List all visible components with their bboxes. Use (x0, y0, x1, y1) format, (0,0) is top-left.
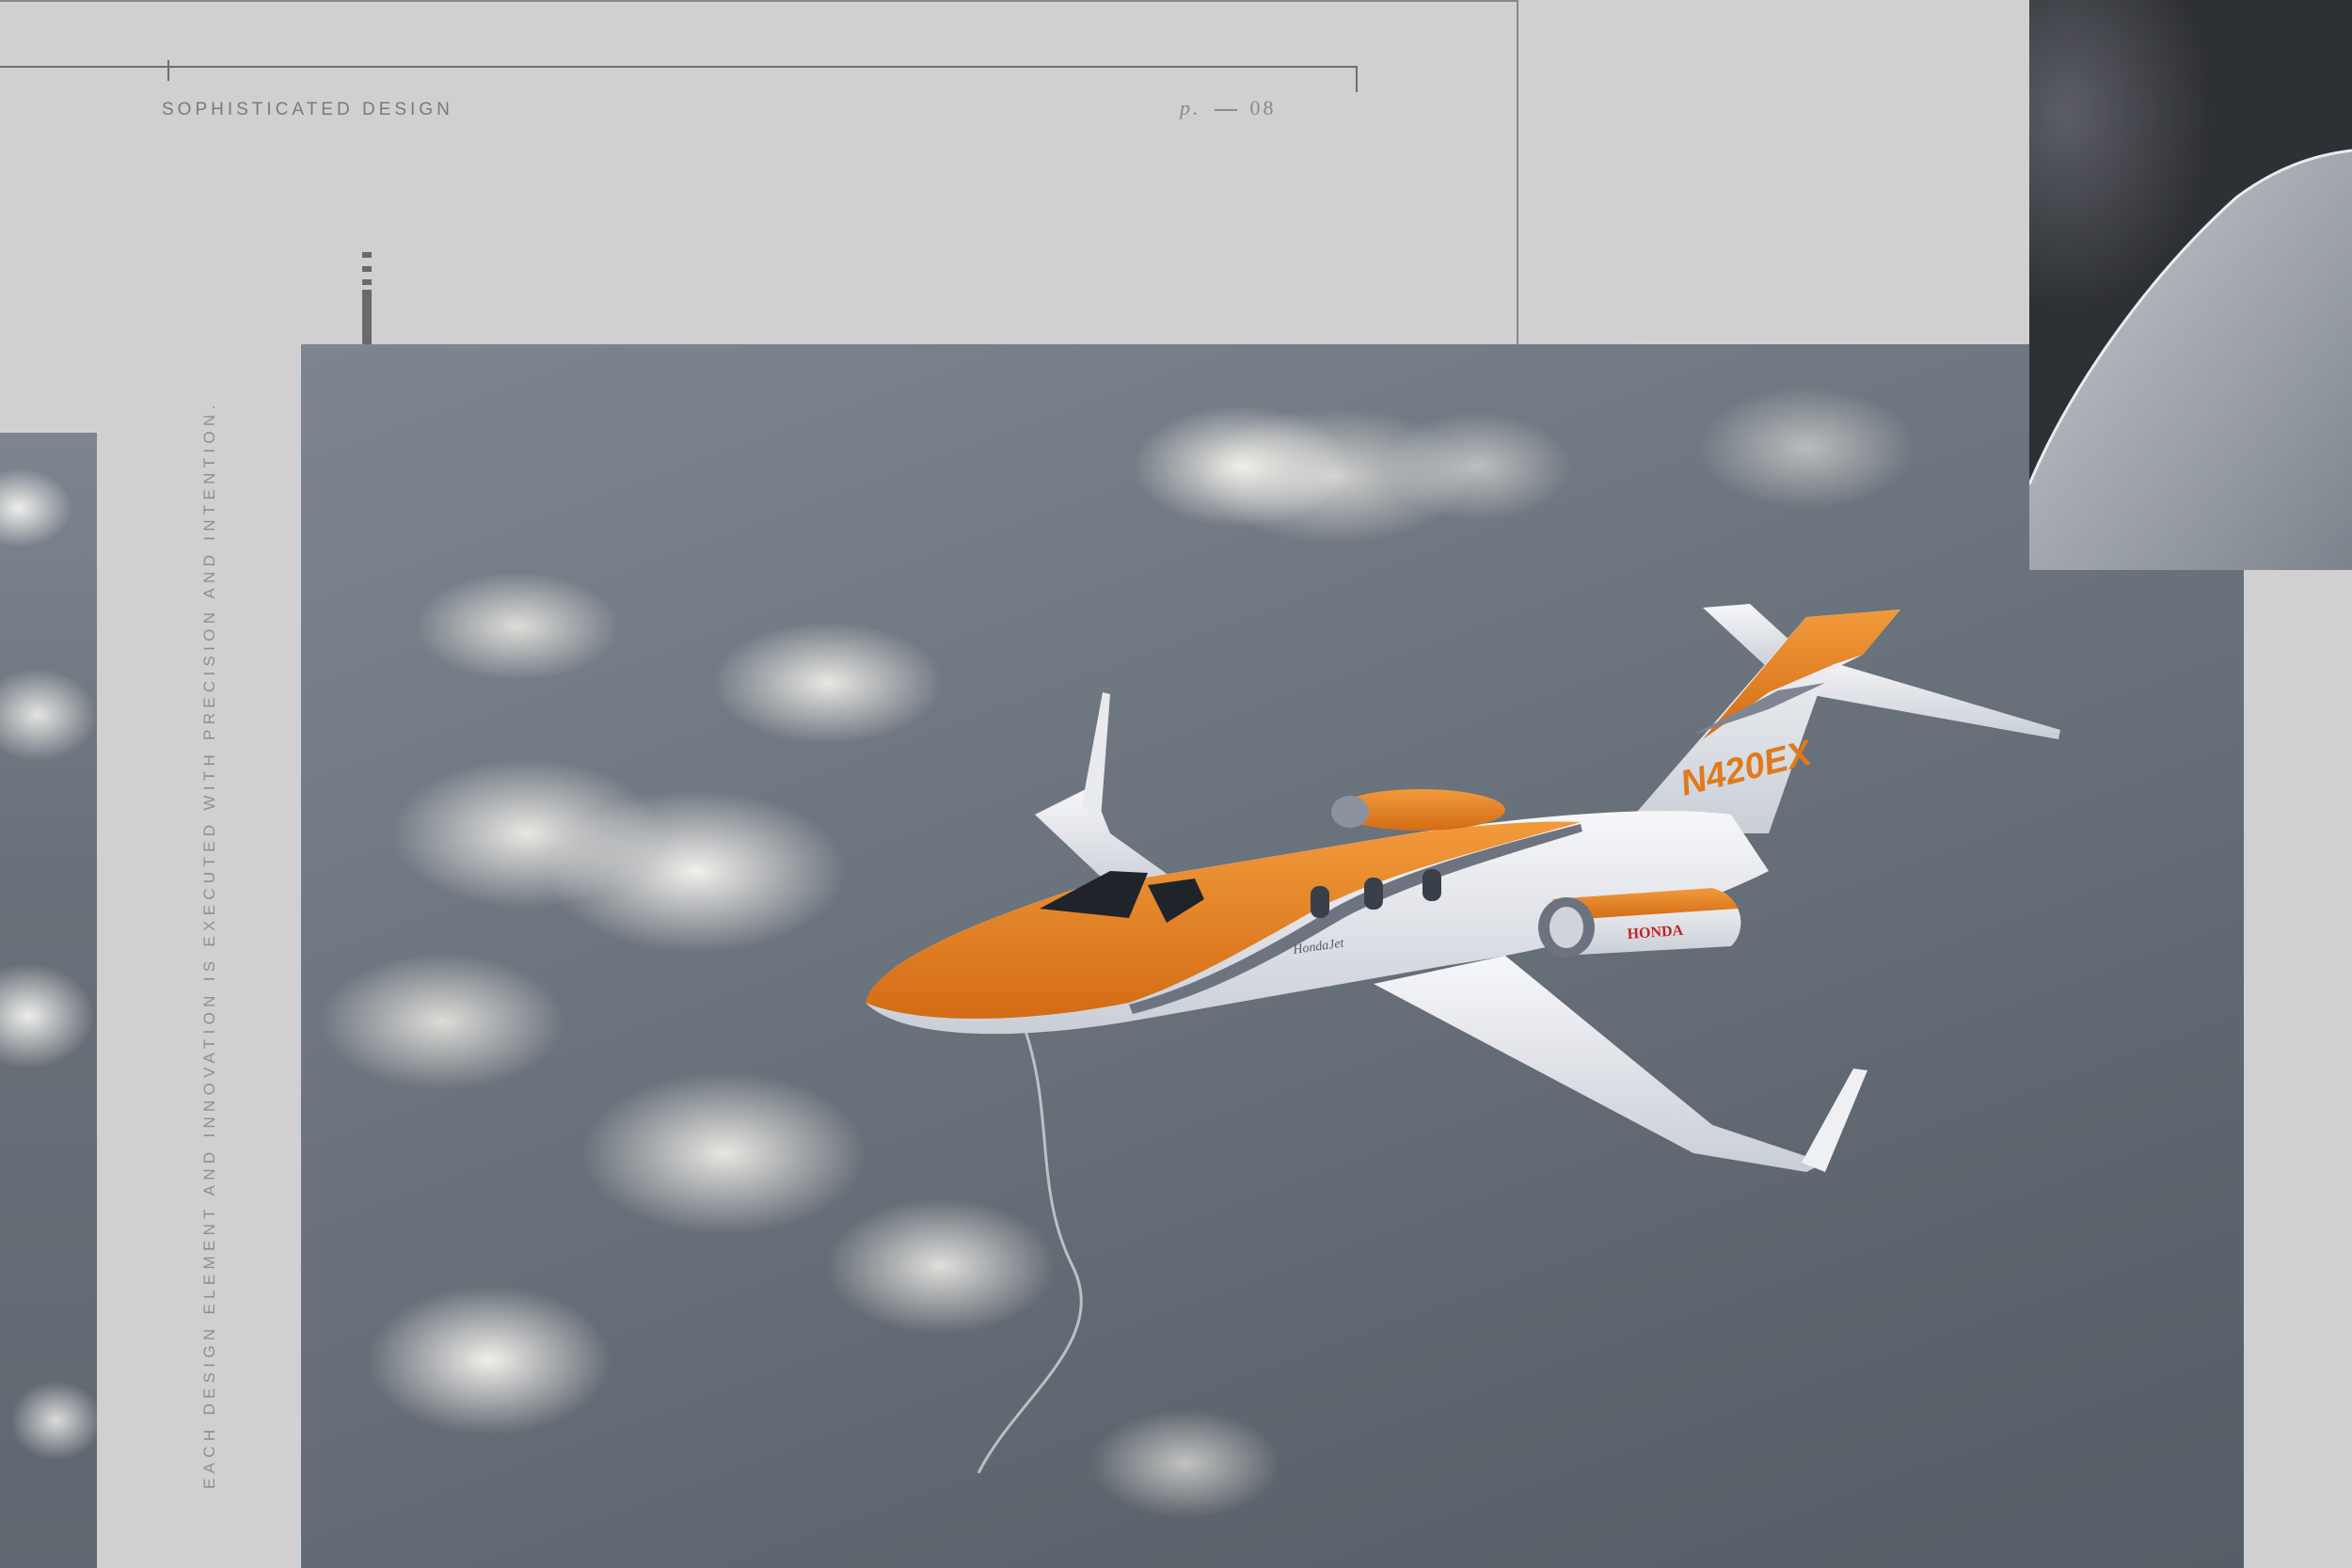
header-rule-left-tick (167, 60, 169, 81)
left-cloud-image (0, 433, 97, 1568)
jet-illustration: N420EX HONDA HondaJet (866, 604, 2060, 1474)
accent-dash-3 (362, 279, 372, 285)
wing-detail-illustration (2029, 149, 2352, 570)
top-border-line (0, 0, 1517, 2)
page-number-value: 08 (1249, 96, 1277, 119)
page-number-dash (1214, 108, 1237, 111)
jet-near-wing (1374, 956, 1825, 1172)
design-page: SOPHISTICATED DESIGN p. 08 EACH DESIGN EL… (0, 0, 2352, 1568)
header-rule-right-tick (1356, 66, 1358, 92)
header-divider-vertical (1517, 0, 1518, 344)
accent-dash-2 (362, 266, 372, 272)
vertical-caption: EACH DESIGN ELEMENT AND INNOVATION IS EX… (200, 400, 218, 1489)
jet-detail-inset-photo (2029, 0, 2352, 570)
section-title: SOPHISTICATED DESIGN (162, 100, 453, 119)
jet-hero-photo: N420EX HONDA HondaJet (301, 344, 2244, 1568)
accent-dash-1 (362, 252, 372, 258)
page-number: p. 08 (1180, 96, 1277, 120)
header-rule (0, 66, 1358, 68)
page-prefix: p. (1180, 96, 1201, 119)
